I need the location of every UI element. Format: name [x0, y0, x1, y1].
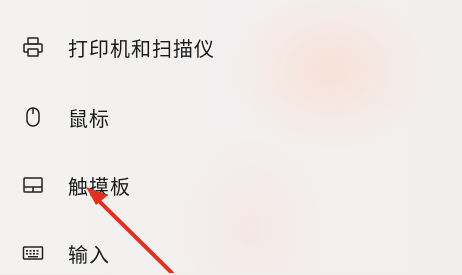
menu-item-label: 打印机和扫描仪	[68, 36, 215, 61]
menu-item-mouse[interactable]: 鼠标	[0, 95, 300, 139]
menu-item-label: 鼠标	[68, 106, 110, 131]
menu-item-label: 输入	[68, 242, 110, 267]
printer-icon	[22, 36, 44, 58]
mouse-icon	[22, 106, 44, 128]
menu-item-touchpad[interactable]: 触摸板	[0, 163, 300, 207]
keyboard-icon	[22, 242, 44, 264]
touchpad-icon	[22, 174, 44, 196]
menu-item-label: 触摸板	[68, 174, 131, 199]
menu-item-printers-scanners[interactable]: 打印机和扫描仪	[0, 25, 300, 69]
menu-item-input[interactable]: 输入	[0, 231, 300, 275]
settings-device-menu: 打印机和扫描仪 鼠标 触摸板 输入	[0, 0, 462, 273]
